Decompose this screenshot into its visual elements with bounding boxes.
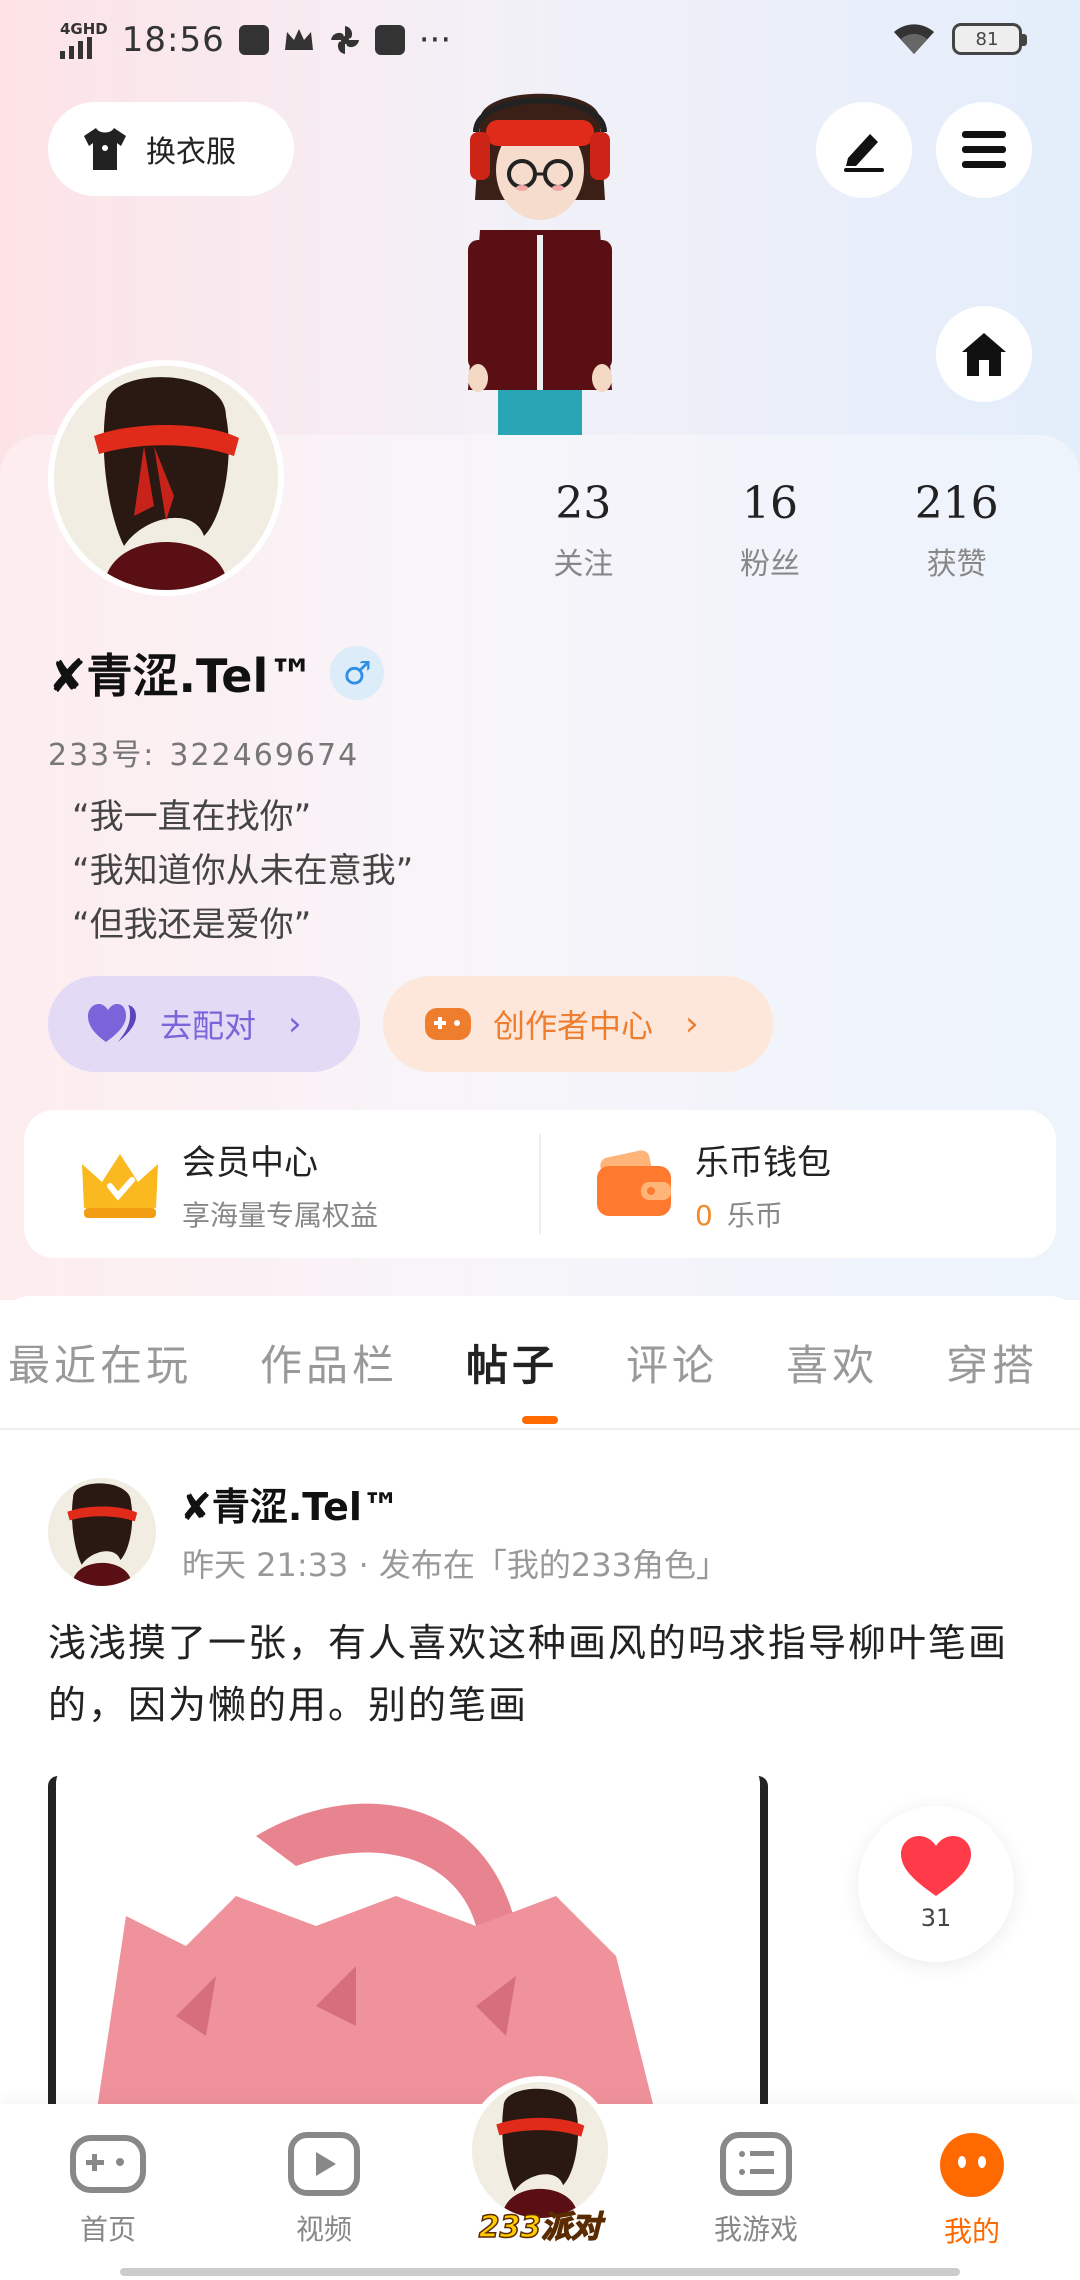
gamepad-icon [425, 1008, 471, 1040]
notification-app-icon [238, 25, 269, 55]
nav-mine[interactable]: 我的 [892, 2132, 1052, 2250]
nav-home-label: 首页 [79, 2213, 136, 2246]
clock: 18:56 [121, 20, 225, 60]
more-notifications: ··· [418, 20, 452, 60]
party-avatar-image [472, 2082, 608, 2218]
hamburger-menu-icon [962, 131, 1006, 168]
bio-line: “但我还是爱你” [72, 905, 312, 945]
active-tab-indicator [522, 1416, 558, 1424]
wallet-balance: 0 [695, 1198, 713, 1232]
user-id-label: 233号: [48, 738, 156, 773]
username-row: ✘青涩.Tel™ ♂ [48, 640, 385, 706]
wallet-icon [597, 1150, 671, 1216]
tab-posts[interactable]: 帖子 [466, 1332, 558, 1393]
chevron-right-icon: › [685, 1004, 699, 1044]
creator-center-button[interactable]: 创作者中心 › [383, 976, 773, 1072]
post-author-name[interactable]: ✘青涩.Tel™ [180, 1476, 400, 1531]
tab-likes[interactable]: 喜欢 [786, 1332, 878, 1393]
nav-video[interactable]: 视频 [244, 2132, 404, 2248]
pair-match-label: 去配对 [160, 1007, 257, 1045]
member-center-entry[interactable]: 会员中心 享海量专属权益 [24, 1110, 539, 1258]
status-bar: 4GHD 18:56 ··· 81 [0, 0, 1080, 80]
nav-home[interactable]: 首页 [28, 2132, 188, 2248]
stat-following-label: 关注 [553, 547, 614, 582]
battery-level: 81 [975, 28, 999, 50]
post-body-text[interactable]: 浅浅摸了一张，有人喜欢这种画风的吗求指导柳叶笔画的，因为懒的用。别的笔画 [48, 1612, 1038, 1736]
member-center-title: 会员中心 [182, 1142, 318, 1183]
list-icon [720, 2132, 792, 2196]
user-id-value: 322469674 [169, 738, 360, 773]
avatar-portrait-image [48, 1478, 156, 1586]
male-gender-icon: ♂ [330, 646, 385, 700]
stat-following[interactable]: 23 关注 [490, 478, 677, 583]
pair-match-button[interactable]: 去配对 › [48, 976, 360, 1072]
chevron-right-icon: › [288, 1004, 302, 1044]
profile-avatar[interactable] [48, 360, 284, 596]
edit-pen-icon [844, 134, 884, 172]
battery-icon: 81 [952, 23, 1027, 55]
gamepad-home-icon [70, 2135, 146, 2193]
edit-profile-button[interactable] [816, 102, 912, 198]
cellular-signal-icon: 4GHD [60, 19, 108, 59]
tab-comments[interactable]: 评论 [626, 1332, 718, 1393]
menu-button[interactable] [936, 102, 1032, 198]
house-icon [962, 333, 1006, 376]
member-center-subtitle: 享海量专属权益 [182, 1198, 379, 1232]
home-shortcut-button[interactable] [936, 306, 1032, 402]
wallet-title: 乐币钱包 [695, 1142, 831, 1183]
post-image[interactable] [48, 1776, 768, 2116]
like-button[interactable]: 31 [858, 1806, 1014, 1962]
nav-mine-label: 我的 [943, 2215, 1000, 2248]
bio-line: “我知道你从未在意我” [72, 851, 414, 891]
nav-my-games-label: 我游戏 [713, 2213, 798, 2246]
content-tabs: 最近在玩 作品栏 帖子 评论 喜欢 穿搭 [0, 1296, 1080, 1430]
card-notification-icon [374, 25, 405, 55]
nav-video-label: 视频 [295, 2213, 352, 2246]
stat-following-count: 23 [555, 478, 612, 529]
stat-likes-count: 216 [914, 478, 999, 529]
crown-notification-icon [284, 29, 313, 50]
double-heart-icon [88, 1004, 136, 1042]
nav-party-label: 233派对 [478, 2209, 602, 2246]
tab-works[interactable]: 作品栏 [260, 1332, 398, 1393]
avatar-portrait-image [54, 366, 278, 590]
nav-my-games[interactable]: 我游戏 [676, 2132, 836, 2248]
member-wallet-card: 会员中心 享海量专属权益 乐币钱包 0 乐币 [24, 1110, 1056, 1258]
profile-face-icon [940, 2133, 1004, 2197]
stat-followers[interactable]: 16 粉丝 [677, 478, 864, 583]
user-id[interactable]: 233号: 322469674 [48, 730, 359, 774]
home-indicator[interactable] [120, 2268, 960, 2276]
stat-followers-label: 粉丝 [740, 547, 800, 582]
heart-icon [901, 1836, 971, 1896]
fan-notification-icon [330, 26, 359, 54]
tab-outfits[interactable]: 穿搭 [946, 1332, 1038, 1393]
change-outfit-label: 换衣服 [146, 135, 236, 170]
profile-bio: “我一直在找你” “我知道你从未在意我” “但我还是爱你” [72, 790, 413, 952]
wifi-icon [894, 24, 934, 54]
network-type: 4GHD [60, 19, 108, 38]
vip-crown-icon [82, 1154, 158, 1218]
creator-center-label: 创作者中心 [493, 1007, 654, 1045]
stat-followers-count: 16 [742, 478, 798, 529]
stat-likes[interactable]: 216 获赞 [863, 478, 1050, 583]
play-video-icon [288, 2132, 360, 2196]
wallet-unit: 乐币 [726, 1198, 783, 1232]
post-author-avatar[interactable] [48, 1478, 156, 1586]
tab-recently-played[interactable]: 最近在玩 [8, 1332, 192, 1393]
drawing-image [56, 1776, 760, 2116]
bio-line: “我一直在找你” [72, 797, 312, 837]
wallet-entry[interactable]: 乐币钱包 0 乐币 [541, 1110, 1056, 1258]
change-outfit-button[interactable]: 换衣服 [48, 102, 294, 196]
like-count: 31 [920, 1904, 952, 1932]
profile-stats: 23 关注 16 粉丝 216 获赞 [490, 478, 1050, 583]
post-meta: 昨天 21:33 · 发布在「我的233角色」 [182, 1546, 728, 1584]
tshirt-icon [84, 128, 126, 170]
username: ✘青涩.Tel™ [48, 649, 315, 703]
stat-likes-label: 获赞 [926, 547, 987, 582]
avatar-3d-figure[interactable] [440, 90, 640, 435]
